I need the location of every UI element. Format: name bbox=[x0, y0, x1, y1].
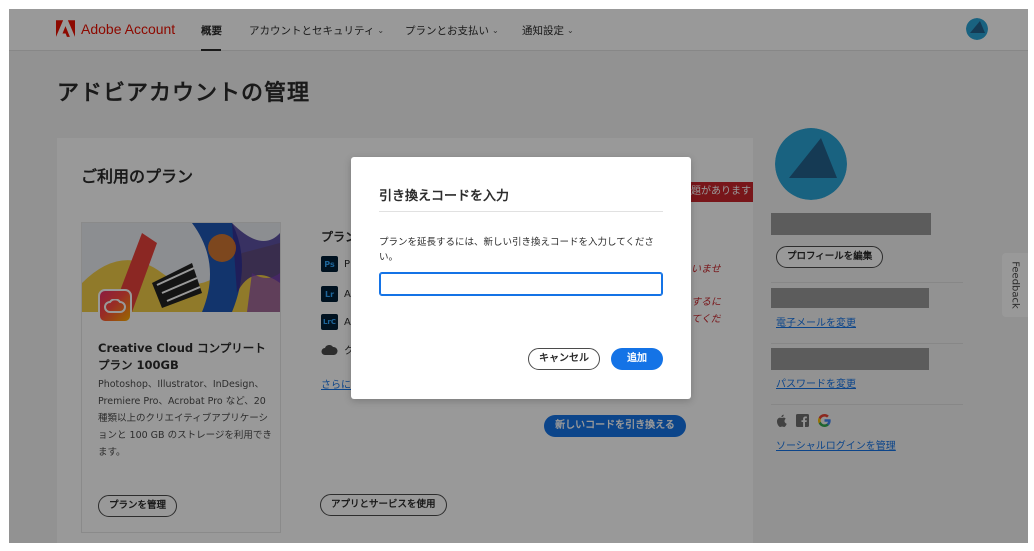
dialog-body-text: プランを延長するには、新しい引き換えコードを入力してください。 bbox=[379, 237, 654, 263]
redeem-code-dialog: 引き換えコードを入力 プランを延長するには、新しい引き換えコードを入力してくださ… bbox=[351, 157, 691, 399]
dialog-title: 引き換えコードを入力 bbox=[379, 189, 510, 204]
add-button[interactable]: 追加 bbox=[611, 348, 663, 370]
app-window: Adobe Account 概要 アカウントとセキュリティ ⌄ プランとお支払い… bbox=[9, 9, 1028, 543]
dialog-divider bbox=[379, 211, 663, 212]
redeem-code-input[interactable] bbox=[379, 272, 663, 296]
cancel-button[interactable]: キャンセル bbox=[528, 348, 600, 370]
